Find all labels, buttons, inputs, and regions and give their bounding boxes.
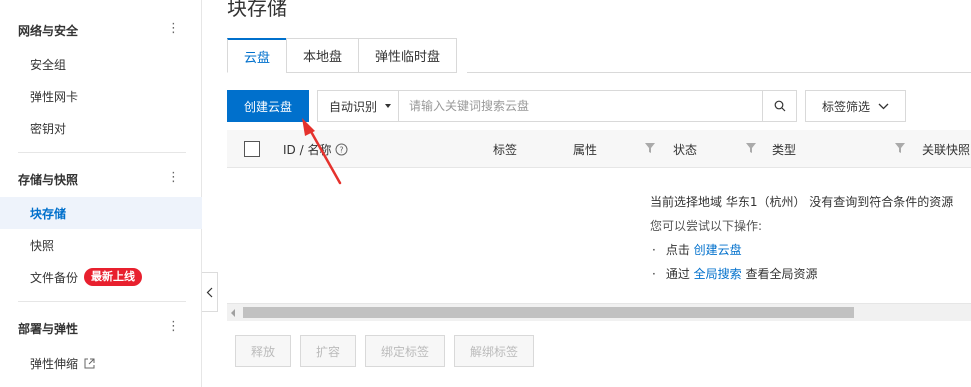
global-search-link[interactable]: 全局搜索: [694, 262, 742, 286]
column-label: 属性: [573, 142, 598, 157]
toolbar: 创建云盘 自动识别 标签筛选: [227, 90, 971, 122]
sidebar-group-storage[interactable]: 存储与快照 ⋮: [0, 161, 202, 197]
external-link-icon: [84, 358, 95, 368]
create-disk-link[interactable]: 创建云盘: [694, 238, 742, 262]
sidebar-item-label: 弹性网卡: [30, 89, 79, 104]
empty-hint: 您可以尝试以下操作:: [650, 219, 763, 233]
tab-elastic-ephemeral-disk[interactable]: 弹性临时盘: [358, 38, 458, 73]
create-disk-button[interactable]: 创建云盘: [227, 90, 309, 122]
sidebar-group-label: 部署与弹性: [18, 321, 79, 336]
select-all-checkbox[interactable]: [244, 141, 260, 157]
sidebar-item-label: 快照: [30, 238, 55, 253]
empty-state: 当前选择地域 华东1（杭州） 没有查询到符合条件的资源 您可以尝试以下操作: ·…: [650, 190, 953, 286]
batch-actions: 释放 扩容 绑定标签 解绑标签: [235, 335, 543, 367]
search-icon: [774, 100, 785, 112]
search-type-label: 自动识别: [329, 99, 378, 114]
chevron-left-icon: [206, 287, 213, 297]
more-icon[interactable]: ⋮: [167, 22, 180, 36]
sidebar-group-network-security[interactable]: 网络与安全 ⋮: [0, 12, 202, 48]
option-text: 查看全局资源: [745, 267, 818, 281]
unbind-tag-button[interactable]: 解绑标签: [454, 335, 535, 367]
sidebar-item-file-backup[interactable]: 文件备份 最新上线: [0, 261, 202, 293]
filter-icon[interactable]: [746, 143, 756, 153]
help-icon[interactable]: ?: [335, 143, 348, 156]
resize-button[interactable]: 扩容: [300, 335, 357, 367]
new-badge: 最新上线: [84, 268, 143, 286]
column-label: 状态: [673, 142, 698, 157]
tab-local-disk[interactable]: 本地盘: [286, 38, 360, 73]
sidebar-item-label: 文件备份: [30, 270, 79, 285]
bind-tag-button[interactable]: 绑定标签: [365, 335, 446, 367]
column-label: 类型: [772, 142, 797, 157]
empty-message: 当前选择地域 华东1（杭州） 没有查询到符合条件的资源: [650, 195, 954, 209]
search-input[interactable]: [399, 91, 762, 121]
column-type: 类型: [772, 130, 796, 168]
column-label: ID / 名称: [283, 142, 332, 157]
option-text: 通过: [665, 267, 690, 281]
search-box: 自动识别: [317, 90, 797, 122]
scroll-left-arrow-icon[interactable]: [231, 309, 235, 317]
sidebar-group-deploy[interactable]: 部署与弹性 ⋮: [0, 310, 202, 346]
column-label: 标签: [493, 142, 518, 157]
release-button[interactable]: 释放: [235, 335, 292, 367]
sidebar-item-block-storage[interactable]: 块存储: [0, 197, 202, 229]
sidebar-item-keypair[interactable]: 密钥对: [0, 112, 202, 144]
tag-filter-label: 标签筛选: [821, 99, 870, 114]
sidebar-item-label: 安全组: [30, 57, 67, 72]
tab-cloud-disk[interactable]: 云盘: [227, 38, 288, 73]
empty-option-search: · 通过 全局搜索 查看全局资源: [650, 262, 953, 286]
sidebar: 网络与安全 ⋮ 安全组 弹性网卡 密钥对 存储与快照 ⋮ 块存储 快照 文件备份…: [0, 0, 202, 387]
chevron-down-icon: [878, 103, 889, 109]
sidebar-divider: [18, 152, 186, 153]
filter-icon[interactable]: [895, 143, 905, 153]
column-label: 关联快照: [922, 142, 971, 157]
sidebar-item-label: 块存储: [30, 206, 67, 221]
filter-icon[interactable]: [645, 143, 655, 153]
search-button[interactable]: [762, 91, 796, 121]
column-id-name: ID / 名称 ?: [283, 130, 348, 168]
page-title: 块存储: [227, 0, 287, 20]
sidebar-group-label: 网络与安全: [18, 23, 79, 38]
sidebar-item-label: 弹性伸缩: [30, 356, 79, 371]
caret-down-icon: [385, 104, 392, 108]
svg-text:?: ?: [340, 145, 344, 154]
column-linked-snapshot: 关联快照: [922, 130, 970, 168]
tag-filter-button[interactable]: 标签筛选: [805, 90, 906, 122]
sidebar-divider: [18, 301, 186, 302]
tab-bar: 云盘 本地盘 弹性临时盘: [227, 38, 458, 73]
bullet: ·: [652, 243, 656, 257]
sidebar-item-security-group[interactable]: 安全组: [0, 48, 202, 80]
empty-option-create: · 点击 创建云盘: [650, 238, 953, 262]
main-content: 块存储 云盘 本地盘 弹性临时盘 创建云盘 自动识别 标签筛选: [227, 0, 971, 387]
search-type-select[interactable]: 自动识别: [318, 91, 399, 121]
table-header: ID / 名称 ? 标签 属性 状态 类型 关联快照: [227, 130, 971, 168]
horizontal-scrollbar[interactable]: [227, 303, 971, 321]
tab-divider: [467, 72, 971, 73]
option-text: 点击: [665, 243, 690, 257]
sidebar-group-label: 存储与快照: [18, 172, 79, 187]
sidebar-item-eni[interactable]: 弹性网卡: [0, 80, 202, 112]
scroll-thumb[interactable]: [243, 307, 854, 318]
sidebar-item-snapshot[interactable]: 快照: [0, 229, 202, 261]
collapse-sidebar-button[interactable]: [202, 272, 218, 312]
bullet: ·: [652, 267, 656, 281]
column-status: 状态: [673, 130, 697, 168]
column-attributes: 属性: [573, 130, 597, 168]
more-icon[interactable]: ⋮: [167, 320, 180, 334]
more-icon[interactable]: ⋮: [167, 171, 180, 185]
column-tags: 标签: [493, 130, 517, 168]
sidebar-item-autoscaling[interactable]: 弹性伸缩: [0, 347, 202, 379]
sidebar-item-label: 密钥对: [30, 121, 67, 136]
